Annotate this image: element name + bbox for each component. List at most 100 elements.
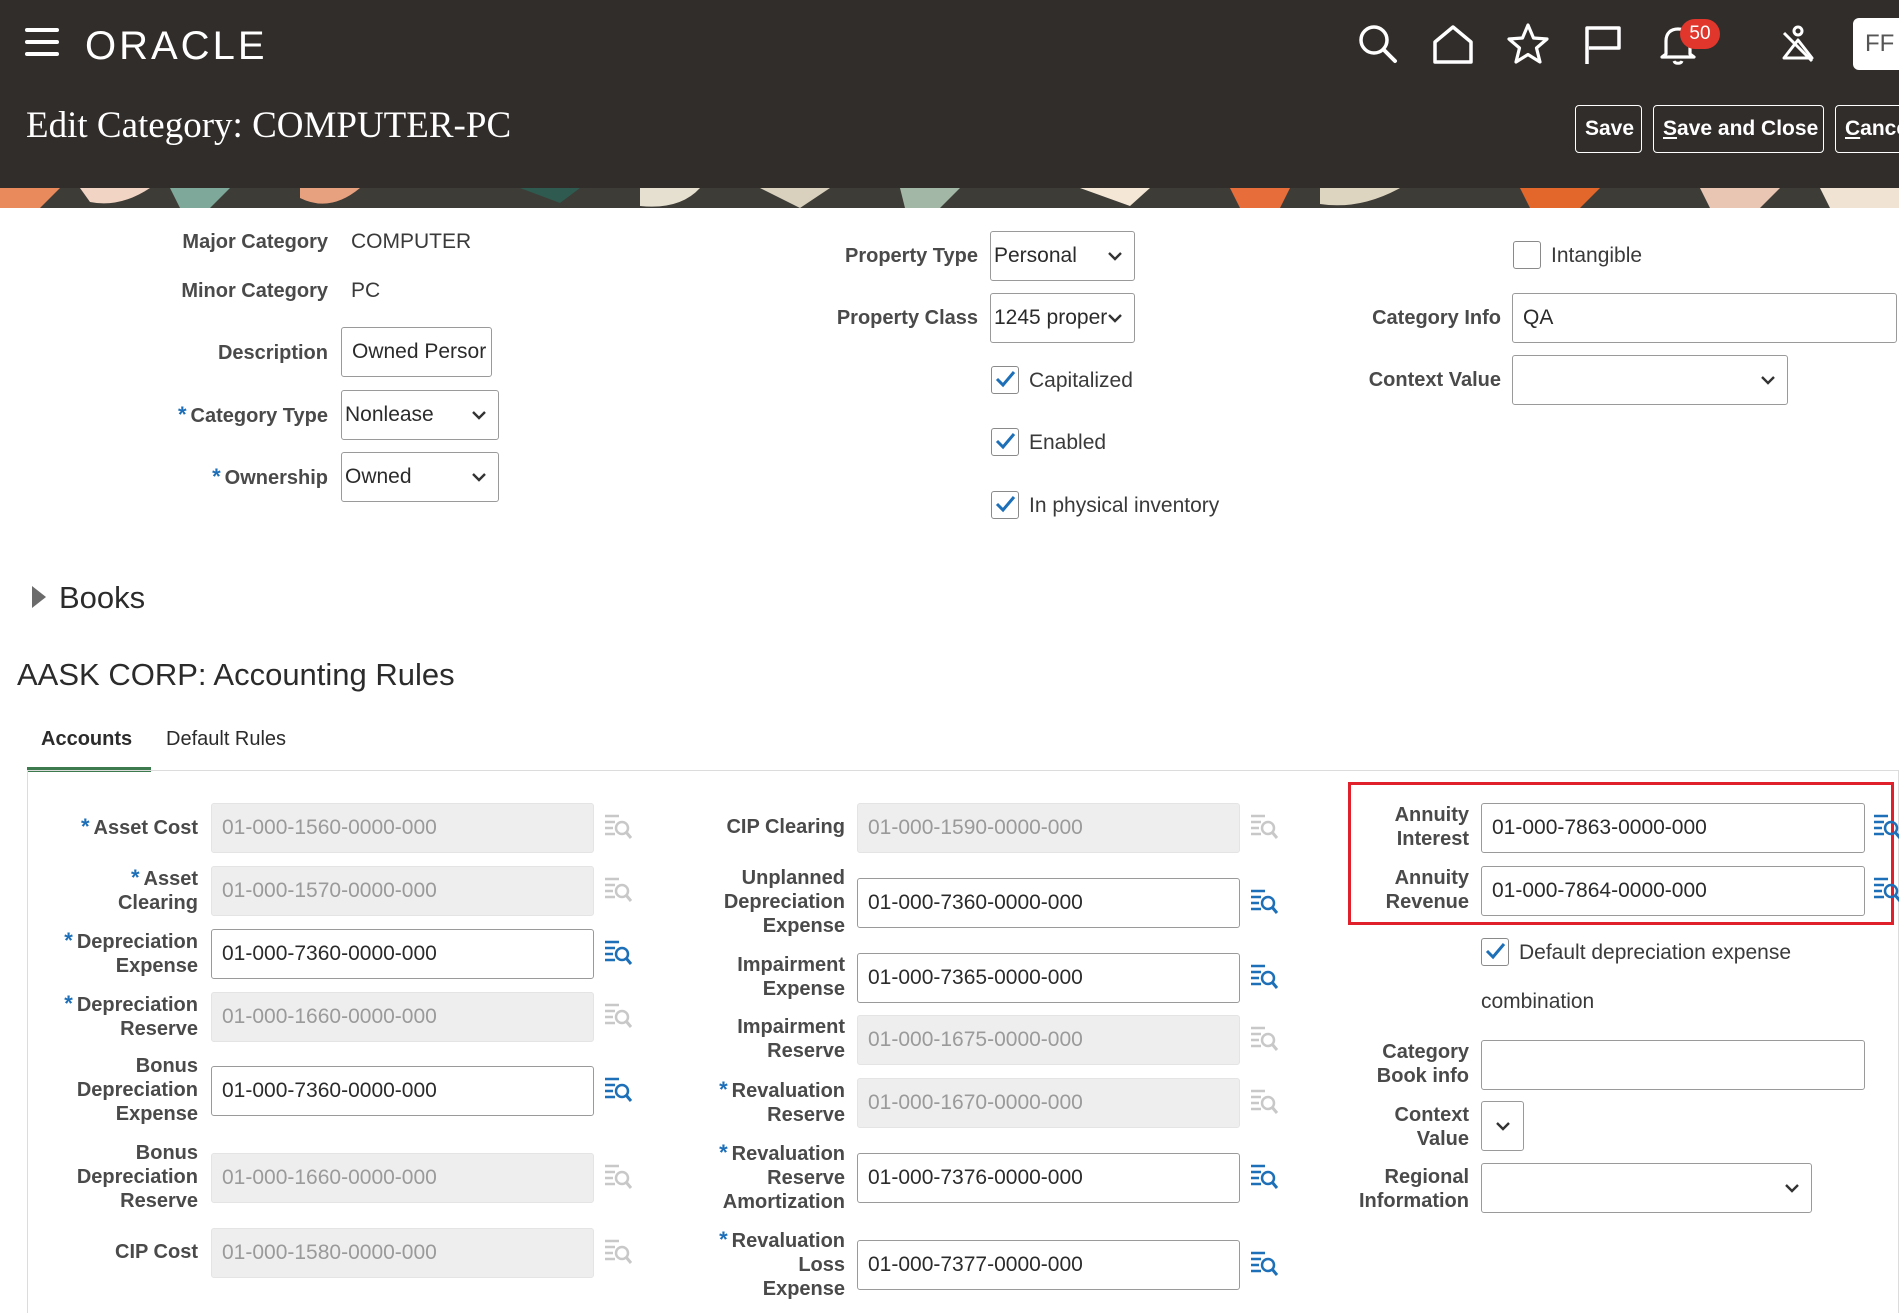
asset-cost-label: * Asset Cost bbox=[60, 815, 198, 840]
revaluation-amortization-label-1: Revaluation bbox=[731, 1143, 845, 1165]
major-category-value: COMPUTER bbox=[351, 230, 472, 253]
annuity-revenue-input[interactable]: 01-000-7864-0000-000 bbox=[1481, 866, 1865, 916]
default-depreciation-label-cont: combination bbox=[1481, 990, 1595, 1013]
account-lookup-icon[interactable] bbox=[603, 1074, 633, 1104]
account-lookup-icon[interactable] bbox=[1872, 874, 1899, 904]
required-indicator: * bbox=[64, 928, 73, 953]
unplanned-depreciation-expense-input[interactable]: 01-000-7360-0000-000 bbox=[857, 878, 1240, 928]
capitalized-checkbox[interactable] bbox=[991, 366, 1019, 394]
depreciation-reserve-label-2: Reserve bbox=[120, 1018, 198, 1040]
revaluation-loss-label-1: Revaluation bbox=[731, 1230, 845, 1252]
bonus-depreciation-reserve-label-2: Depreciation bbox=[76, 1166, 198, 1188]
asset-clearing-label: * Asset Clearing bbox=[60, 866, 198, 915]
context-value-label: Context Value bbox=[1368, 369, 1501, 391]
user-avatar[interactable]: FF bbox=[1853, 18, 1899, 70]
chevron-down-icon bbox=[472, 411, 486, 420]
impairment-expense-label-2: Expense bbox=[762, 978, 845, 1000]
cancel-button[interactable]: Cance bbox=[1835, 105, 1899, 153]
annuity-interest-label-1: Annuity bbox=[1394, 804, 1469, 826]
save-and-close-button[interactable]: Save and Close bbox=[1653, 105, 1824, 153]
regional-information-label-2: Information bbox=[1359, 1190, 1469, 1212]
property-type-select[interactable]: Personal bbox=[990, 231, 1135, 281]
default-depreciation-checkbox[interactable] bbox=[1481, 938, 1509, 966]
cip-cost-label: CIP Cost bbox=[115, 1241, 198, 1263]
required-indicator: * bbox=[212, 464, 221, 489]
category-book-info-label-1: Category bbox=[1382, 1041, 1469, 1063]
star-icon[interactable] bbox=[1504, 20, 1552, 68]
impairment-reserve-label-2: Reserve bbox=[767, 1040, 845, 1062]
flag-icon[interactable] bbox=[1579, 20, 1627, 68]
regional-information-select[interactable] bbox=[1481, 1163, 1812, 1213]
tab-accounts[interactable]: Accounts bbox=[41, 728, 132, 751]
revaluation-reserve-label-1: Revaluation bbox=[731, 1080, 845, 1102]
annuity-revenue-label-1: Annuity bbox=[1394, 867, 1469, 889]
minor-category-label: Minor Category bbox=[181, 280, 328, 302]
required-indicator: * bbox=[719, 1140, 728, 1165]
property-type-label: Property Type bbox=[845, 245, 978, 267]
category-type-label: * Category Type bbox=[140, 403, 328, 428]
ownership-select[interactable]: Owned bbox=[341, 452, 499, 502]
search-icon[interactable] bbox=[1354, 20, 1402, 68]
unplanned-label-2: Depreciation bbox=[723, 891, 845, 913]
tab-default-rules[interactable]: Default Rules bbox=[166, 728, 286, 751]
bonus-depreciation-reserve-label: Bonus Depreciation Reserve bbox=[40, 1141, 198, 1213]
category-info-input[interactable]: QA bbox=[1512, 293, 1897, 343]
required-indicator: * bbox=[177, 402, 187, 427]
account-lookup-icon[interactable] bbox=[1249, 961, 1279, 991]
cip-clearing-input: 01-000-1590-0000-000 bbox=[857, 803, 1240, 853]
account-lookup-icon[interactable] bbox=[1249, 1248, 1279, 1278]
account-lookup-icon bbox=[1249, 1086, 1279, 1116]
disclosure-triangle-icon[interactable] bbox=[30, 584, 48, 610]
revaluation-loss-expense-input[interactable]: 01-000-7377-0000-000 bbox=[857, 1240, 1240, 1290]
chevron-down-icon bbox=[1496, 1122, 1510, 1131]
enabled-checkbox[interactable] bbox=[991, 428, 1019, 456]
notification-count-badge: 50 bbox=[1680, 19, 1720, 49]
account-lookup-icon[interactable] bbox=[1249, 886, 1279, 916]
page-title: Edit Category: COMPUTER-PC bbox=[26, 105, 512, 146]
oracle-logo: ORACLE bbox=[85, 24, 268, 68]
revaluation-reserve-amortization-input[interactable]: 01-000-7376-0000-000 bbox=[857, 1153, 1240, 1203]
cip-clearing-label: CIP Clearing bbox=[726, 816, 845, 838]
context-value-select-2[interactable] bbox=[1481, 1101, 1524, 1151]
category-info-label: Category Info bbox=[1372, 307, 1501, 329]
physical-inventory-checkbox[interactable] bbox=[991, 491, 1019, 519]
required-indicator: * bbox=[80, 814, 90, 839]
context-value-select[interactable] bbox=[1512, 355, 1788, 405]
required-indicator: * bbox=[719, 1077, 728, 1102]
revaluation-reserve-label: * Revaluation Reserve bbox=[690, 1078, 845, 1127]
depreciation-reserve-label-1: Depreciation bbox=[76, 994, 198, 1016]
account-lookup-icon bbox=[603, 1161, 633, 1191]
capitalized-label: Capitalized bbox=[1029, 369, 1133, 392]
account-lookup-icon bbox=[603, 1000, 633, 1030]
depreciation-expense-label-2: Expense bbox=[115, 955, 198, 977]
category-book-info-label: Category Book info bbox=[1340, 1040, 1469, 1088]
ownership-label: * Ownership bbox=[140, 465, 328, 490]
menu-icon[interactable] bbox=[25, 28, 59, 56]
account-lookup-icon[interactable] bbox=[1249, 1161, 1279, 1191]
books-section-toggle[interactable]: Books bbox=[59, 580, 145, 616]
save-button[interactable]: Save bbox=[1575, 105, 1642, 153]
revaluation-loss-label-2: Loss bbox=[798, 1254, 845, 1276]
major-category-label: Major Category bbox=[182, 231, 328, 253]
description-input[interactable]: Owned Persor bbox=[341, 327, 492, 377]
default-depreciation-label: Default depreciation expense bbox=[1519, 941, 1792, 964]
impairment-expense-input[interactable]: 01-000-7365-0000-000 bbox=[857, 953, 1240, 1003]
accessibility-icon[interactable] bbox=[1774, 20, 1822, 68]
annuity-interest-input[interactable]: 01-000-7863-0000-000 bbox=[1481, 803, 1865, 853]
revaluation-reserve-label-2: Reserve bbox=[767, 1104, 845, 1126]
account-lookup-icon bbox=[1249, 811, 1279, 841]
category-type-select[interactable]: Nonlease bbox=[341, 390, 499, 440]
intangible-checkbox[interactable] bbox=[1513, 241, 1541, 269]
required-indicator: * bbox=[719, 1227, 728, 1252]
regional-information-label-1: Regional bbox=[1384, 1166, 1469, 1188]
bonus-depreciation-reserve-input: 01-000-1660-0000-000 bbox=[211, 1153, 594, 1203]
depreciation-expense-input[interactable]: 01-000-7360-0000-000 bbox=[211, 929, 594, 979]
property-class-select[interactable]: 1245 proper bbox=[990, 293, 1135, 343]
home-icon[interactable] bbox=[1429, 20, 1477, 68]
bonus-depreciation-expense-input[interactable]: 01-000-7360-0000-000 bbox=[211, 1066, 594, 1116]
account-lookup-icon[interactable] bbox=[1872, 811, 1899, 841]
category-book-info-input[interactable] bbox=[1481, 1040, 1865, 1090]
account-lookup-icon[interactable] bbox=[603, 937, 633, 967]
account-lookup-icon bbox=[603, 874, 633, 904]
annuity-interest-label: Annuity Interest bbox=[1340, 803, 1469, 851]
